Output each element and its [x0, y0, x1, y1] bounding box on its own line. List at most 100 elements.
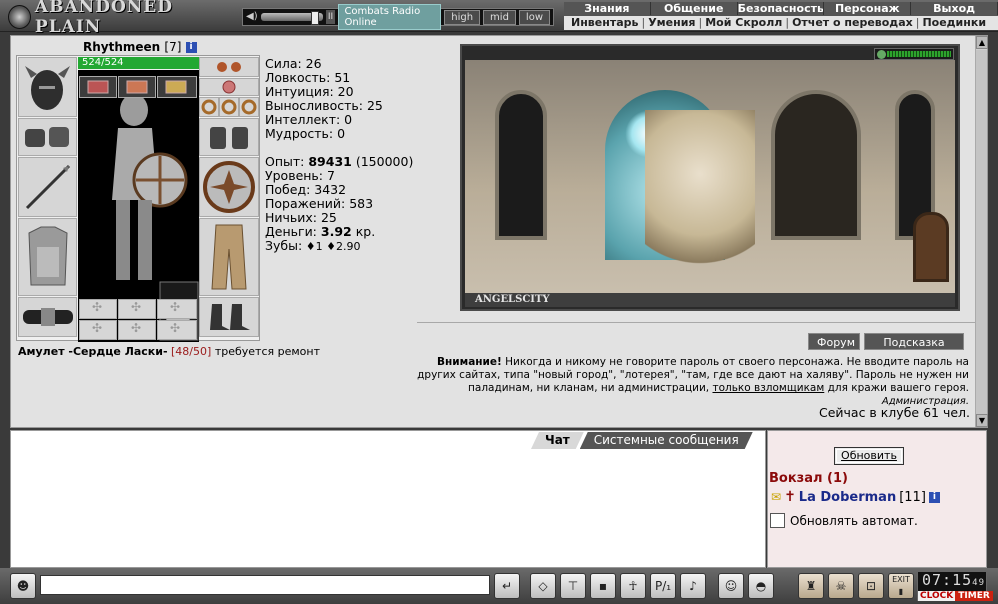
logo-emblem-icon [8, 5, 31, 29]
exit-door-icon[interactable] [913, 212, 949, 282]
submenu-transfer-report[interactable]: Отчет о переводах [789, 16, 916, 30]
timer-tab[interactable]: TIMER [955, 591, 993, 601]
user-name[interactable]: La Doberman [799, 490, 896, 505]
save-disk-icon[interactable]: ▪ [590, 573, 616, 599]
smiley-face-icon[interactable]: ☻ [10, 573, 36, 599]
dancing-figure-icon[interactable]: ☥ [620, 573, 646, 599]
rune-slot-5[interactable]: ✣ [118, 320, 156, 340]
earring-slot[interactable] [199, 57, 259, 77]
amulet-durability: [48/50] [171, 345, 212, 358]
stat-level: Уровень: 7 [265, 168, 335, 183]
rune-slot-6[interactable]: ✣ [157, 320, 197, 340]
stat-wisdom: Мудрость: 0 [265, 126, 346, 141]
pause-button[interactable]: II [325, 10, 336, 24]
submenu-battles[interactable]: Поединки [919, 16, 989, 30]
submenu-my-scroll[interactable]: Мой Скролл [702, 16, 785, 30]
stat-experience: Опыт: 89431 (150000) [265, 154, 414, 169]
menu-knowledge[interactable]: Знания [564, 2, 651, 15]
audio-icon[interactable]: ♪ [680, 573, 706, 599]
menu-security[interactable]: Безопасность [738, 2, 825, 15]
shield-slot[interactable] [199, 157, 259, 217]
weapon-slot[interactable] [18, 157, 77, 217]
info-icon[interactable]: i [185, 42, 197, 53]
rune-slot-1[interactable]: ✣ [79, 299, 117, 319]
ring-icon [221, 99, 237, 115]
tab-system-messages[interactable]: Системные сообщения [580, 432, 753, 449]
scroll-up-icon[interactable]: ▲ [976, 36, 988, 49]
ring-slot-1[interactable] [199, 97, 219, 117]
bracers-slot[interactable] [18, 118, 77, 156]
clan-cross-icon: ✝ [784, 489, 796, 505]
helmet-icon [25, 66, 70, 110]
emoticon-icon[interactable]: ☺ [718, 573, 744, 599]
logo-text: ABANDONED PLAIN [34, 0, 173, 37]
quality-high-button[interactable]: high [444, 9, 481, 25]
user-level: [11] [899, 489, 926, 505]
boots-slot[interactable] [199, 297, 259, 337]
spear-icon [25, 164, 71, 210]
ring-slot-3[interactable] [239, 97, 259, 117]
armor-slot[interactable] [18, 218, 77, 296]
left-door[interactable] [495, 90, 547, 240]
boots-icon [210, 304, 250, 330]
hint-button[interactable]: Подсказка [864, 333, 964, 350]
volume-slider[interactable] [260, 11, 323, 25]
bracers-icon [25, 127, 69, 147]
info-icon[interactable]: i [928, 491, 940, 503]
scroll-down-icon[interactable]: ▼ [976, 414, 988, 427]
quality-low-button[interactable]: low [518, 9, 550, 25]
send-arrow-icon[interactable]: ↵ [494, 573, 520, 599]
p1-icon[interactable]: P/₁ [650, 573, 676, 599]
rune-slot-2[interactable]: ✣ [118, 299, 156, 319]
belt-slot[interactable] [18, 297, 77, 337]
quick-slot-1[interactable] [79, 76, 117, 98]
auto-refresh-checkbox[interactable] [770, 513, 785, 528]
status-icon[interactable] [877, 50, 886, 59]
quick-slot-3[interactable] [157, 76, 197, 98]
npc-figure[interactable] [645, 110, 755, 270]
empty-rune-icon: ✣ [131, 321, 142, 335]
submenu-inventory[interactable]: Инвентарь [568, 16, 641, 30]
hp-bar: 524/524 [78, 57, 199, 69]
tab-chat[interactable]: Чат [531, 432, 584, 449]
submenu-skills[interactable]: Умения [645, 16, 698, 30]
location-scene: ANGELSCITY [460, 44, 960, 311]
ring-slot-2[interactable] [219, 97, 239, 117]
rune-slot-3[interactable]: ✣ [157, 299, 197, 319]
clock-widget: 07:1549 CLOCK TIMER [917, 571, 993, 601]
quality-mid-button[interactable]: mid [483, 9, 516, 25]
helmet-icon[interactable]: ◓ [748, 573, 774, 599]
lock-icon[interactable]: ⊡ [858, 573, 884, 599]
amulet-slot[interactable] [199, 78, 259, 96]
exit-door-icon[interactable]: EXIT ▮ [888, 573, 914, 599]
main-scrollbar[interactable]: ▲ ▼ [975, 36, 988, 427]
stat-money: Деньги: 3.92 кр. [265, 224, 376, 239]
amulet-status: Амулет -Сердце Ласки- [48/50] требуется … [18, 345, 320, 358]
speaker-icon[interactable]: ◀) [246, 11, 258, 23]
refresh-button[interactable]: Обновить [834, 447, 904, 465]
chat-input[interactable] [40, 575, 490, 595]
gloves-icon [210, 127, 248, 149]
skull-icon[interactable]: ☠ [828, 573, 854, 599]
private-message-icon[interactable]: ✉ [771, 490, 781, 504]
scroll-thumb[interactable] [976, 50, 987, 414]
forum-button[interactable]: Форум [808, 333, 860, 350]
staircase-archway[interactable] [771, 90, 861, 240]
chat-tabs: Чат Системные сообщения [531, 432, 753, 449]
quick-slot-2[interactable] [118, 76, 156, 98]
menu-exit[interactable]: Выход [911, 2, 998, 15]
bag-icon[interactable]: ♜ [798, 573, 824, 599]
clock-tab[interactable]: CLOCK [918, 591, 956, 601]
rune-slot-4[interactable]: ✣ [79, 320, 117, 340]
gloves-slot[interactable] [199, 118, 259, 156]
filter-icon[interactable]: ⊤ [560, 573, 586, 599]
eraser-icon[interactable]: ◇ [530, 573, 556, 599]
menu-communication[interactable]: Общение [651, 2, 738, 15]
menu-character[interactable]: Персонаж [824, 2, 912, 15]
ring-icon [241, 99, 257, 115]
stat-agility: Ловкость: 51 [265, 70, 351, 85]
warning-link[interactable]: только взломщикам [712, 382, 824, 394]
pants-slot[interactable] [199, 218, 259, 296]
radio-station-label[interactable]: Combats Radio Online [338, 4, 442, 30]
helmet-slot[interactable] [18, 57, 77, 117]
